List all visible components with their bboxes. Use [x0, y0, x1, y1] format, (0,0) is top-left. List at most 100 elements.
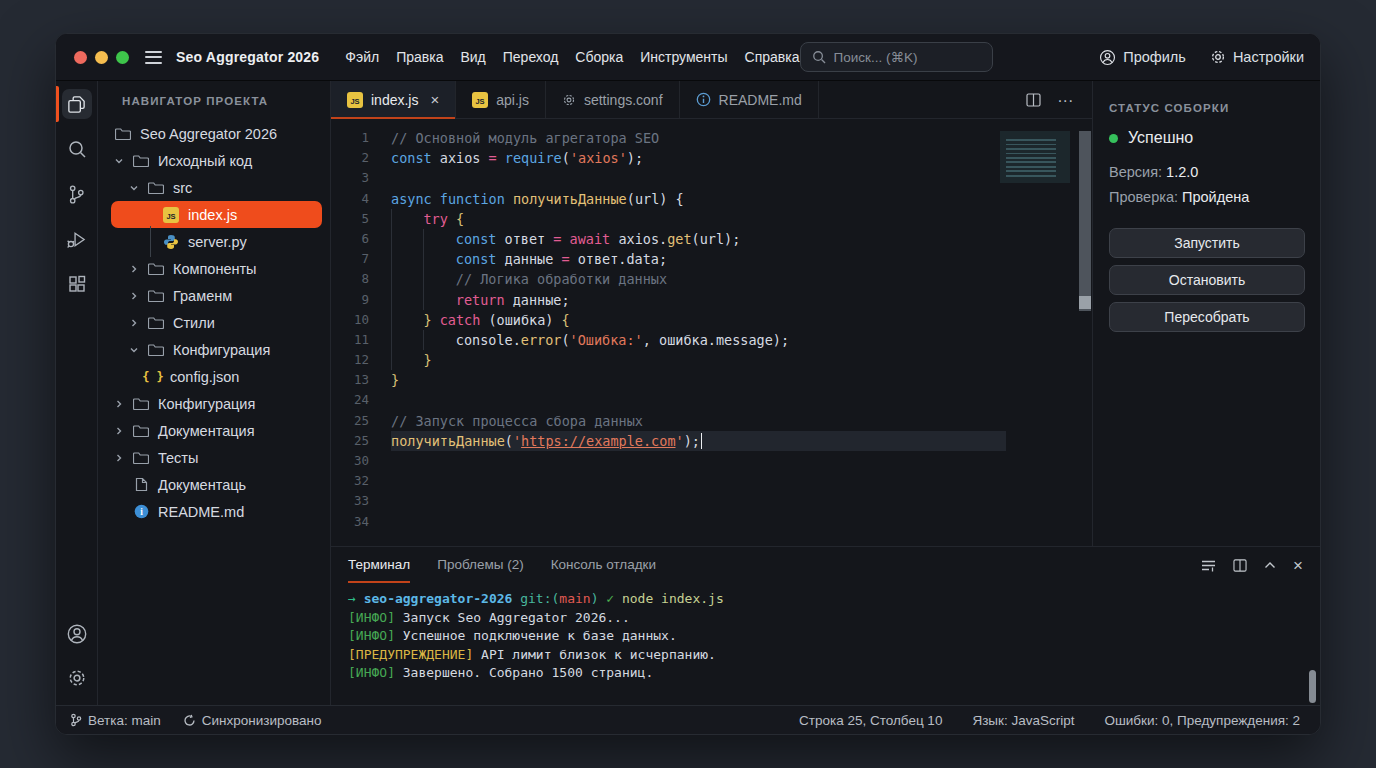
window-controls	[74, 51, 129, 64]
problems-status[interactable]: Ошибки: 0, Предупреждения: 2	[1104, 713, 1300, 728]
line-number: 30	[331, 451, 391, 471]
tree-item[interactable]: Конфигурация	[98, 336, 330, 363]
activity-search[interactable]	[62, 134, 92, 164]
profile-button[interactable]: Профиль	[1099, 49, 1186, 66]
tree-item[interactable]: { }config.json	[98, 363, 330, 390]
code-line: 34	[331, 512, 1092, 532]
code-line: 6const ответ = await axios.get(url);	[331, 229, 1092, 249]
chevron-down-icon	[114, 156, 132, 166]
minimap[interactable]	[1000, 131, 1070, 183]
editor-tab[interactable]: settings.conf	[546, 81, 680, 118]
terminal-tabbar: Терминал Проблемы (2) Консоль отладки ×	[331, 547, 1320, 583]
folder-icon	[147, 316, 165, 329]
settings-gear-button[interactable]	[62, 663, 92, 693]
tree-item[interactable]: Документация	[98, 417, 330, 444]
git-branch-icon	[67, 184, 86, 205]
js-file-icon: JS	[162, 207, 180, 223]
account-icon	[66, 623, 88, 645]
chevron-right-icon	[129, 318, 147, 328]
hamburger-menu-icon[interactable]	[145, 51, 162, 64]
editor-scrollbar[interactable]	[1078, 129, 1092, 546]
file-icon	[132, 477, 150, 492]
tree-item-label: README.md	[158, 504, 244, 520]
code-line: 13}	[331, 370, 1092, 390]
terminal-tab[interactable]: Консоль отладки	[551, 547, 656, 583]
line-number: 10	[331, 310, 391, 330]
editor-tab[interactable]: JSindex.js×	[331, 81, 456, 118]
line-number: 4	[331, 189, 391, 209]
tree-item[interactable]: src	[98, 174, 330, 201]
terminal-output[interactable]: → seo-aggregator-2026 git:(main) ✓ node …	[331, 583, 1320, 705]
tree-item[interactable]: Исходный код	[98, 147, 330, 174]
menu-item-1[interactable]: Фэйл	[345, 49, 379, 65]
line-number: 5	[331, 209, 391, 229]
line-number: 33	[331, 491, 391, 511]
minimize-window-button[interactable]	[95, 51, 108, 64]
menu-item-7[interactable]: Справка	[745, 49, 800, 65]
js-file-icon: JS	[472, 92, 488, 108]
terminal-scrollbar[interactable]	[1309, 670, 1316, 703]
search-input[interactable]	[834, 50, 982, 65]
build-button-3[interactable]: Пересобрать	[1109, 302, 1305, 332]
tree-item[interactable]: Граменм	[98, 282, 330, 309]
build-button-1[interactable]: Запустить	[1109, 228, 1305, 258]
build-button-2[interactable]: Остановить	[1109, 265, 1305, 295]
code-line: 11console.error('Ошибка:', ошибка.messag…	[331, 330, 1092, 350]
menu-item-4[interactable]: Переход	[503, 49, 559, 65]
cursor-position[interactable]: Строка 25, Столбец 10	[799, 713, 942, 728]
close-tab-icon[interactable]: ×	[430, 91, 439, 108]
editor-tabbar: JSindex.js×JSapi.js settings.conf README.m…	[331, 81, 1092, 119]
language-mode[interactable]: Язык: JavaScript	[972, 713, 1074, 728]
chevron-right-icon	[129, 264, 147, 274]
chevron-down-icon	[129, 345, 147, 355]
tree-item-label: Документаць	[158, 477, 246, 493]
code-line: 4async function получитьДанные(url) {	[331, 189, 1092, 209]
menu-item-6[interactable]: Инструменты	[640, 49, 727, 65]
tree-item[interactable]: Seo Aggregator 2026	[98, 120, 330, 147]
activity-run-debug[interactable]	[62, 224, 92, 254]
tree-item-label: Документация	[158, 423, 254, 439]
close-panel-icon[interactable]: ×	[1293, 557, 1303, 574]
tree-item[interactable]: Стили	[98, 309, 330, 336]
tab-label: settings.conf	[584, 92, 663, 108]
tree-item[interactable]: Конфигурация	[98, 390, 330, 417]
tree-item[interactable]: Тесты	[98, 444, 330, 471]
split-terminal-icon[interactable]	[1233, 559, 1247, 572]
svg-text:JS: JS	[350, 96, 359, 105]
tree-item[interactable]: iREADME.md	[98, 498, 330, 525]
status-dot	[1109, 134, 1118, 143]
line-number: 9	[331, 290, 391, 310]
tree-item[interactable]: Компоненты	[98, 255, 330, 282]
chevron-up-icon[interactable]	[1264, 561, 1276, 569]
terminal-tab[interactable]: Проблемы (2)	[437, 547, 523, 583]
code-editor[interactable]: 1// Основной модуль агрегатора SEO2const…	[331, 119, 1092, 546]
editor-tab[interactable]: README.md	[680, 81, 819, 118]
tree-item[interactable]: server.py	[98, 228, 330, 255]
tree-item-label: server.py	[188, 234, 247, 250]
activity-extensions[interactable]	[62, 269, 92, 299]
line-number: 34	[331, 512, 391, 532]
code-line: 12}	[331, 350, 1092, 370]
git-branch-status[interactable]: Ветка: main	[70, 713, 161, 728]
sync-status[interactable]: Синхронизировано	[183, 713, 322, 728]
menu-item-2[interactable]: Правка	[396, 49, 443, 65]
folder-icon	[147, 343, 165, 356]
account-button[interactable]	[62, 619, 92, 649]
settings-button[interactable]: Настройки	[1210, 49, 1304, 65]
build-panel-header: СТАТУС СОБОРКИ	[1109, 102, 1305, 114]
split-editor-icon[interactable]	[1026, 93, 1041, 107]
maximize-window-button[interactable]	[116, 51, 129, 64]
folder-icon	[147, 289, 165, 302]
tree-item[interactable]: Документаць	[98, 471, 330, 498]
activity-explorer[interactable]	[62, 89, 92, 119]
search-box[interactable]	[800, 42, 994, 72]
menu-item-3[interactable]: Вид	[460, 49, 485, 65]
terminal-tab[interactable]: Терминал	[348, 547, 410, 583]
editor-tab[interactable]: JSapi.js	[456, 81, 546, 118]
activity-source-control[interactable]	[62, 179, 92, 209]
close-window-button[interactable]	[74, 51, 87, 64]
menu-item-5[interactable]: Сборка	[575, 49, 623, 65]
terminal-list-icon[interactable]	[1201, 559, 1216, 572]
tree-item[interactable]: JSindex.js	[111, 201, 322, 228]
more-actions-icon[interactable]: ...	[1058, 88, 1074, 106]
